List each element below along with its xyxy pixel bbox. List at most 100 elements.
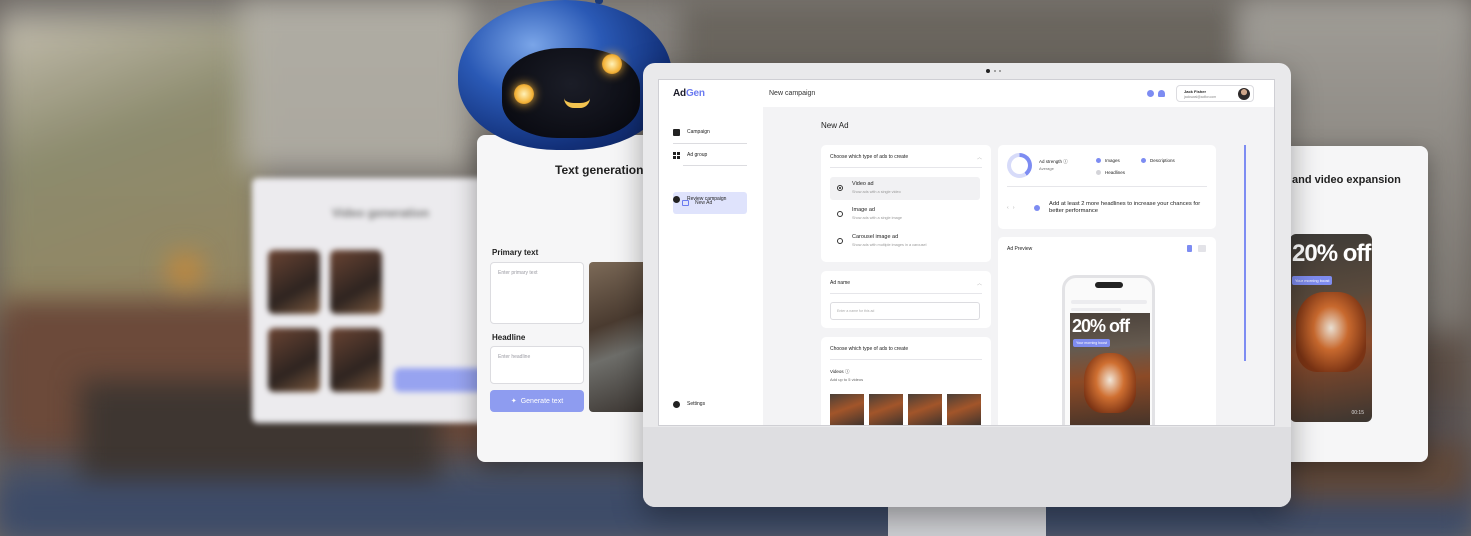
video-thumbnail[interactable]	[947, 394, 981, 425]
radio-button[interactable]	[837, 238, 843, 244]
ad-preview-title: Ad Preview	[1007, 246, 1033, 252]
video-thumbnail[interactable]	[908, 394, 942, 425]
ad-name-input[interactable]: Enter a name for this ad	[830, 302, 980, 320]
option-image-ad[interactable]: Image ad Show ads with a single image	[830, 203, 980, 226]
option-video-ad[interactable]: Video ad Show ads with a single video	[830, 177, 980, 200]
monitor-stand	[888, 505, 1046, 536]
ad-strength-value: Average	[1039, 166, 1054, 171]
grid-icon	[673, 151, 680, 159]
text-generation-title: Text generation	[555, 163, 644, 177]
sidebar-item-label: Ad group	[687, 152, 708, 158]
user-email: jackswal@adfor.com	[1184, 95, 1217, 99]
generate-bar	[394, 368, 484, 392]
video-expansion-title: and video expansion	[1292, 174, 1401, 186]
phone-mockup: 20% off Your morning boost	[1062, 275, 1155, 425]
ad-strength-label: Ad strength ⓘ	[1039, 159, 1068, 165]
video-thumbnail	[330, 250, 382, 314]
sparkle-icon: ✦	[510, 398, 517, 405]
primary-text-placeholder: Enter primary text	[498, 270, 538, 276]
ad-type-panel: Choose which type of ads to create ︿ Vid…	[821, 145, 991, 262]
video-thumbnail	[268, 250, 320, 314]
option-desc: Show ads with a single video	[852, 190, 901, 194]
video-thumbnail	[330, 328, 382, 392]
ad-creative: 20% off Your morning boost	[1070, 313, 1150, 425]
video-generation-card: Video generation	[252, 178, 492, 423]
cafe-photo	[589, 262, 649, 412]
headline-label: Headline	[492, 333, 526, 342]
sidebar-item-settings[interactable]: Settings	[673, 398, 705, 410]
sidebar-item-label: Review campaign	[687, 196, 727, 202]
primary-text-label: Primary text	[492, 248, 539, 257]
divider	[830, 167, 982, 168]
radio-button[interactable]	[837, 185, 843, 191]
sidebar-item-campaign[interactable]: Campaign	[673, 126, 710, 138]
sidebar-item-label: Campaign	[687, 129, 710, 135]
option-title: Carousel image ad	[852, 234, 899, 240]
chevron-up-icon[interactable]: ︿	[977, 280, 982, 287]
user-menu[interactable]: Jack Fisher jackswal@adfor.com	[1176, 85, 1254, 102]
option-carousel-ad[interactable]: Carousel image ad Show ads with multiple…	[830, 230, 980, 253]
mobile-view-icon[interactable]	[1187, 245, 1192, 252]
tip-nav-arrows[interactable]: ‹ ›	[1007, 205, 1015, 211]
videos-panel-title: Choose which type of ads to create	[830, 346, 909, 352]
page-title: New campaign	[769, 90, 816, 97]
gear-icon	[673, 400, 680, 408]
video-thumbnail[interactable]	[830, 394, 864, 425]
ad-name-panel: Ad name ︿ Enter a name for this ad	[821, 271, 991, 328]
radio-button[interactable]	[837, 211, 843, 217]
app-header: AdGen New campaign Jack Fisher jackswal@…	[659, 80, 1274, 107]
generate-text-label: Generate text	[520, 397, 564, 405]
option-desc: Show ads with a single image	[852, 216, 903, 220]
app-logo[interactable]: AdGen	[673, 88, 705, 99]
headline-field[interactable]: Enter headline	[490, 346, 584, 384]
strength-tip: Add at least 2 more headlines to increas…	[1049, 201, 1201, 214]
expanded-video[interactable]: 20% off Your morning boost 00:15	[1290, 234, 1372, 422]
chevron-up-icon[interactable]: ︿	[977, 154, 982, 161]
legend-headlines: Headlines	[1096, 170, 1125, 175]
legend-descriptions: Descriptions	[1141, 158, 1175, 163]
legend-label: Images	[1105, 158, 1120, 163]
help-icon: ⓘ	[1063, 159, 1068, 164]
video-expansion-card: and video expansion 20% off Your morning…	[1270, 146, 1428, 462]
info-icon	[1034, 205, 1040, 211]
primary-text-field[interactable]: Enter primary text	[490, 262, 584, 324]
video-thumbnail	[268, 328, 320, 392]
video-thumbnail[interactable]	[869, 394, 903, 425]
ad-strength-label-text: Ad strength	[1039, 159, 1063, 164]
help-icon[interactable]	[1147, 90, 1154, 97]
option-title: Image ad	[852, 207, 875, 213]
option-title: Video ad	[852, 181, 874, 187]
ad-name-title: Ad name	[830, 280, 851, 286]
info-icon	[673, 195, 680, 203]
red-panda-image	[1296, 292, 1366, 372]
app-screen: AdGen New campaign Jack Fisher jackswal@…	[658, 79, 1275, 426]
desktop-view-icon[interactable]	[1198, 245, 1206, 252]
bell-icon[interactable]	[1158, 90, 1165, 97]
ad-strength-panel: Ad strength ⓘ Average Images Description…	[998, 145, 1216, 229]
ad-name-placeholder: Enter a name for this ad	[837, 309, 875, 313]
videos-panel: Choose which type of ads to create Video…	[821, 337, 991, 425]
sidebar-item-label: Settings	[687, 401, 706, 407]
divider	[830, 293, 982, 294]
user-name: Jack Fisher	[1184, 89, 1207, 94]
sidebar-item-review-campaign[interactable]: Review campaign	[673, 193, 726, 205]
videos-label-text: Videos	[830, 369, 844, 374]
video-generation-title: Video generation	[332, 206, 430, 220]
promo-tag: Your morning boost	[1292, 276, 1332, 285]
divider	[830, 359, 982, 360]
divider	[683, 165, 747, 166]
divider	[673, 143, 747, 144]
main-title: New Ad	[821, 121, 849, 130]
sidebar: Campaign Ad group New Ad Review campaign…	[659, 107, 763, 425]
scrollbar[interactable]	[1244, 145, 1246, 361]
promo-text: 20% off	[1292, 240, 1371, 267]
ad-tag: Your morning boost	[1073, 339, 1111, 347]
legend-label: Descriptions	[1150, 158, 1175, 163]
help-icon: ⓘ	[844, 369, 850, 374]
generate-text-button[interactable]: ✦ Generate text	[490, 390, 584, 412]
ad-preview-panel: Ad Preview 20% off Your morning boost	[998, 237, 1216, 425]
logo-main: Ad	[673, 88, 686, 99]
sidebar-item-ad-group[interactable]: Ad group	[673, 149, 707, 161]
legend-images: Images	[1096, 158, 1120, 163]
red-panda-image	[1084, 353, 1136, 413]
